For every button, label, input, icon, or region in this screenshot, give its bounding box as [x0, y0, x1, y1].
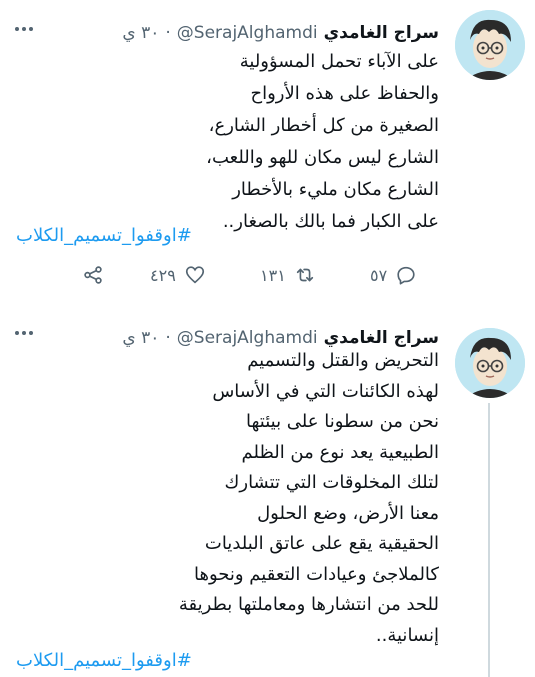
thread-line — [488, 403, 490, 677]
reply-count: ٥٧ — [370, 265, 388, 285]
tweet-text-line: لهذه الكائنات التي في الأساس — [212, 380, 439, 402]
tweet-time[interactable]: ٣٠ ي — [122, 22, 159, 44]
tweet-text: على الآباء تحمل المسؤولية والحفاظ على هذ… — [19, 46, 439, 238]
avatar[interactable] — [455, 10, 525, 80]
reply-icon — [397, 266, 415, 285]
tweet-text-line: لتلك المخلوقات التي تتشارك — [224, 472, 439, 493]
tweet-text-line: الطبيعية يعد نوع من الظلم — [241, 441, 440, 463]
more-icon[interactable] — [14, 328, 34, 338]
tweet-1[interactable]: سراج الغامدي @SerajAlghamdi · ٣٠ ي على ا… — [0, 10, 535, 310]
tweet-text-line: الصغيرة من كل أخطار الشارع، — [208, 115, 439, 136]
tweet-header: سراج الغامدي @SerajAlghamdi · ٣٠ ي — [122, 22, 439, 44]
avatar[interactable] — [455, 328, 525, 398]
tweet-text-line: والحفاظ على هذه الأرواح — [250, 83, 439, 104]
tweet-2[interactable]: سراج الغامدي @SerajAlghamdi · ٣٠ ي التحر… — [0, 315, 535, 677]
tweet-text: التحريض والقتل والتسميم لهذه الكائنات ال… — [19, 346, 439, 651]
tweet-text-line: على الآباء تحمل المسؤولية — [239, 51, 439, 72]
tweet-text-line: معنا الأرض، وضع الحلول — [257, 502, 439, 524]
tweet-text-line: للحد من انتشارها ومعاملتها بطريقة — [178, 594, 439, 615]
tweet-text-line: الشارع مكان مليء بالأخطار — [232, 179, 439, 200]
tweet-text-line: كالملاجئ وعيادات التعقيم ونحوها — [193, 563, 439, 585]
reply-button[interactable]: ٥٧ — [370, 262, 417, 288]
like-count: ٤٢٩ — [150, 265, 176, 285]
hashtag-link[interactable]: #اوقفوا_تسميم_الكلاب — [16, 223, 516, 249]
separator-dot: · — [165, 23, 171, 43]
retweet-count: ١٣١ — [260, 265, 286, 285]
author-handle[interactable]: @SerajAlghamdi — [177, 22, 318, 44]
retweet-button[interactable]: ١٣١ — [260, 262, 316, 288]
tweet-text-line: التحريض والقتل والتسميم — [247, 350, 439, 371]
tweet-text-line: الشارع ليس مكان للهو واللعب، — [206, 147, 439, 168]
tweet-text-line: الحقيقية يقع على عاتق البلديات — [204, 533, 439, 554]
hashtag-link[interactable]: #اوقفوا_تسميم_الكلاب — [16, 648, 516, 674]
tweet-text-line: إنسانية.. — [375, 624, 439, 646]
author-name[interactable]: سراج الغامدي — [324, 22, 439, 44]
tweet-actions: ٤٢٩ ١٣١ ٥٧ — [0, 262, 535, 288]
retweet-icon — [296, 268, 313, 282]
tweet-text-line: نحن من سطونا على بيئتها — [246, 411, 439, 432]
share-button[interactable] — [82, 262, 104, 288]
like-button[interactable]: ٤٢٩ — [150, 262, 206, 288]
share-icon — [84, 266, 102, 284]
more-icon[interactable] — [14, 24, 34, 34]
heart-icon — [185, 266, 204, 284]
